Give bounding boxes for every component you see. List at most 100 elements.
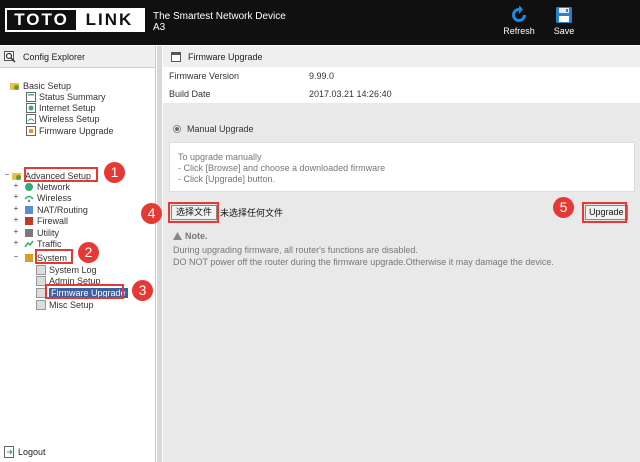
model-name: A3 — [153, 22, 166, 33]
refresh-button[interactable]: Refresh — [499, 6, 539, 36]
totolink-logo: TOTO LINK — [5, 8, 145, 32]
logout-link[interactable]: Logout — [4, 446, 46, 458]
header-bar: TOTO LINK The Smartest Network Device A3… — [0, 0, 640, 45]
note-title-row: Note. — [173, 230, 554, 242]
nav-wireless[interactable]: Wireless — [24, 192, 72, 203]
nav-nat-routing[interactable]: NAT/Routing — [24, 204, 88, 215]
firewall-icon — [25, 216, 33, 225]
highlight-box-firmware-upgrade — [45, 284, 124, 299]
nav-wireless-label: Wireless — [37, 192, 72, 203]
folder-gear-icon — [10, 82, 19, 90]
nav-basic-setup-label: Basic Setup — [23, 80, 72, 91]
nav-traffic[interactable]: Traffic — [24, 238, 62, 249]
collapse-system-icon[interactable]: − — [12, 252, 20, 262]
nav-utility-label: Utility — [37, 227, 59, 238]
magnifier-icon — [4, 50, 16, 63]
system-icon — [25, 253, 33, 262]
main-header: Firmware Upgrade — [163, 46, 640, 68]
firmware-icon — [26, 125, 36, 136]
build-date-label: Build Date — [169, 89, 211, 99]
nav-basic-setup[interactable]: Basic Setup — [10, 80, 71, 91]
instruction-line: - Click [Browse] and choose a downloaded… — [178, 163, 386, 173]
window-icon — [171, 51, 181, 62]
page-icon — [36, 299, 46, 310]
nav-nat-routing-label: NAT/Routing — [37, 204, 88, 215]
save-button[interactable]: Save — [544, 6, 584, 36]
config-explorer-sidebar: Config Explorer Basic Setup Status Summa… — [0, 46, 156, 462]
save-label: Save — [553, 26, 575, 36]
expand-utility-icon[interactable]: + — [12, 227, 20, 237]
highlight-box-advanced-setup — [24, 167, 98, 182]
expand-network-icon[interactable]: + — [12, 181, 20, 191]
build-date-row: Build Date 2017.03.21 14:26:40 — [163, 85, 640, 103]
highlight-box-choose-file — [168, 202, 219, 223]
nav-system-log-label: System Log — [49, 264, 97, 275]
nav-firewall[interactable]: Firewall — [24, 215, 68, 226]
file-select-row: 选择文件 未选择任何文件 4 Upgrade 5 — [141, 197, 640, 224]
logo-text-right: LINK — [76, 10, 143, 30]
logo-text-left: TOTO — [7, 10, 76, 30]
network-icon — [25, 182, 33, 191]
nav-misc-setup[interactable]: Misc Setup — [36, 299, 94, 310]
main-panel: Firmware Upgrade Firmware Version 9.99.0… — [141, 46, 640, 462]
note-line: DO NOT power off the router during the f… — [173, 257, 554, 267]
save-icon — [556, 7, 572, 23]
warning-icon — [173, 232, 182, 240]
nav-traffic-label: Traffic — [37, 238, 62, 249]
nav-network-label: Network — [37, 181, 71, 192]
manual-upgrade-option[interactable]: Manual Upgrade — [173, 124, 254, 134]
traffic-icon — [24, 240, 34, 247]
nav-basic-firmware-upgrade[interactable]: Firmware Upgrade — [26, 125, 114, 136]
logout-icon — [4, 446, 14, 458]
manual-upgrade-label: Manual Upgrade — [187, 124, 254, 134]
nat-icon — [25, 205, 33, 214]
expand-traffic-icon[interactable]: + — [12, 238, 20, 248]
page-title: Firmware Upgrade — [188, 51, 263, 62]
nav-misc-setup-label: Misc Setup — [49, 299, 94, 310]
internet-icon — [26, 102, 36, 113]
tagline-text: The Smartest Network Device — [153, 11, 286, 22]
refresh-label: Refresh — [503, 26, 535, 36]
firmware-version-value: 9.99.0 — [309, 71, 335, 81]
expand-wireless-icon[interactable]: + — [12, 192, 20, 202]
upgrade-instructions: To upgrade manually - Click [Browse] and… — [169, 142, 635, 192]
no-file-chosen-text: 未选择任何文件 — [220, 208, 284, 218]
highlight-box-system — [35, 249, 73, 264]
instruction-line: - Click [Upgrade] button. — [178, 174, 276, 184]
nav-system-log[interactable]: System Log — [36, 264, 97, 275]
nav-status-summary[interactable]: Status Summary — [26, 91, 106, 102]
logout-label: Logout — [18, 447, 46, 457]
step-badge-4: 4 — [141, 203, 162, 224]
nav-status-summary-label: Status Summary — [39, 91, 106, 102]
manual-upgrade-radio[interactable] — [173, 125, 181, 133]
nav-wireless-setup-label: Wireless Setup — [39, 113, 100, 124]
expand-nat-icon[interactable]: + — [12, 204, 20, 214]
expand-firewall-icon[interactable]: + — [12, 215, 20, 225]
nav-network[interactable]: Network — [24, 181, 70, 192]
highlight-box-upgrade — [582, 202, 627, 223]
firmware-version-row: Firmware Version 9.99.0 — [163, 67, 640, 85]
build-date-value: 2017.03.21 14:26:40 — [309, 89, 392, 99]
firmware-version-label: Firmware Version — [169, 71, 240, 81]
sidebar-splitter[interactable] — [157, 46, 162, 462]
step-badge-5: 5 — [553, 197, 574, 218]
note-line: During upgrading firmware, all router's … — [173, 245, 418, 255]
upgrade-note: Note. During upgrading firmware, all rou… — [173, 230, 554, 268]
nav-internet-setup[interactable]: Internet Setup — [26, 102, 96, 113]
nav-wireless-setup[interactable]: Wireless Setup — [26, 113, 100, 124]
refresh-icon — [512, 6, 526, 22]
instruction-line: To upgrade manually — [178, 152, 262, 162]
status-icon — [26, 91, 36, 102]
step-badge-3: 3 — [132, 280, 153, 301]
page-icon — [36, 264, 46, 275]
step-badge-1: 1 — [104, 162, 125, 183]
nav-basic-firmware-upgrade-label: Firmware Upgrade — [39, 125, 114, 136]
step-badge-2: 2 — [78, 242, 99, 263]
nav-utility[interactable]: Utility — [24, 227, 59, 238]
header-tagline-block: The Smartest Network Device A3 — [153, 11, 286, 33]
collapse-advanced-icon[interactable]: − — [3, 170, 11, 180]
sidebar-title: Config Explorer — [23, 51, 86, 62]
utility-icon — [25, 228, 33, 237]
note-title: Note. — [185, 231, 208, 241]
nav-firewall-label: Firewall — [37, 215, 69, 226]
